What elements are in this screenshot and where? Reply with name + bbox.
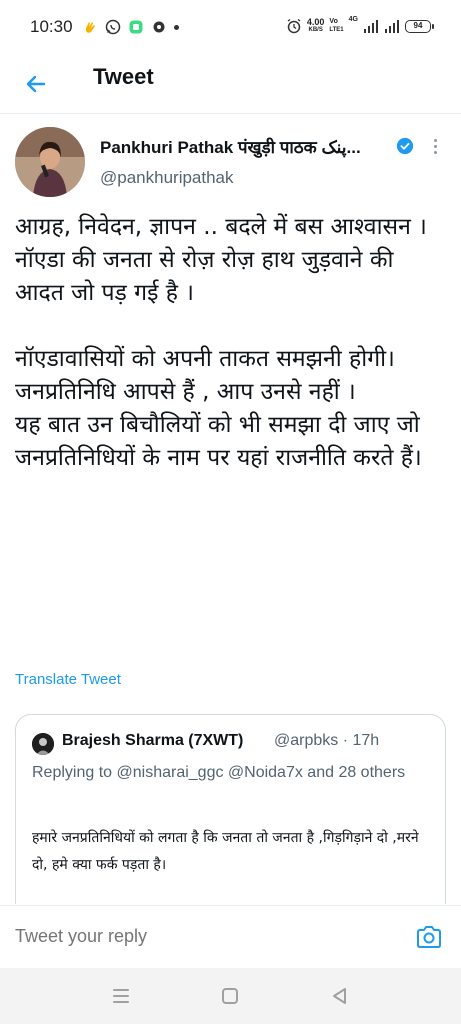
- quoted-avatar-image: [32, 733, 54, 755]
- reply-input[interactable]: [15, 926, 375, 947]
- network-speed-unit: KB/S: [308, 27, 323, 33]
- tweet-text: आग्रह, निवेदन, ज्ञापन .. बदले में बस आश्…: [15, 214, 427, 471]
- back-button[interactable]: [16, 64, 56, 104]
- network-speed-value: 4.00: [306, 17, 325, 27]
- whatsapp-icon: [105, 19, 121, 35]
- quoted-handle-time: @arpbks · 17h: [274, 732, 380, 749]
- system-nav-bar: [0, 968, 461, 1024]
- network-speed: 4.00 KB/S: [307, 18, 325, 34]
- app-bar: Tweet: [0, 52, 461, 114]
- app-notification-icon: [129, 20, 143, 34]
- signal-icon-2: [385, 20, 399, 33]
- more-options-button[interactable]: [425, 135, 445, 157]
- quoted-tweet[interactable]: Brajesh Sharma (7XWT) @arpbks · 17h Repl…: [15, 714, 446, 904]
- recent-apps-icon[interactable]: [109, 984, 133, 1008]
- arrow-left-icon: [26, 75, 46, 93]
- verified-badge-icon: [396, 137, 414, 155]
- translate-tweet-link[interactable]: Translate Tweet: [15, 671, 121, 688]
- avatar[interactable]: [15, 127, 85, 197]
- status-time: 10:30: [30, 17, 73, 36]
- more-notifications-dot: [174, 24, 179, 30]
- quoted-replying-to: Replying to @nisharai_ggc @Noida7x and 2…: [32, 764, 406, 781]
- quoted-text: हमारे जनप्रतिनिधियों को लगता है कि जनता …: [32, 830, 419, 873]
- camera-icon[interactable]: [414, 922, 444, 952]
- gear-notification-icon: [153, 21, 165, 33]
- back-triangle-icon[interactable]: [328, 984, 352, 1008]
- reply-bar: [0, 905, 461, 968]
- battery-indicator: 94: [405, 19, 434, 33]
- alarm-icon: [287, 18, 301, 34]
- network-type: 4G: [348, 16, 358, 23]
- page-title: Tweet: [93, 64, 154, 89]
- volte-top: Vo: [329, 18, 338, 25]
- more-vertical-icon-dot: [433, 144, 437, 148]
- quoted-user-name: Brajesh Sharma (7XWT): [62, 732, 244, 749]
- home-icon[interactable]: [218, 984, 242, 1008]
- volte-bottom: LTE1: [329, 27, 344, 33]
- system-icons: 4.00 KB/S Vo LTE1 4G 94: [286, 16, 434, 36]
- status-bar: 10:30 4.00 KB/S Vo LTE1 4G 94: [0, 0, 461, 52]
- more-vertical-icon: [433, 138, 437, 142]
- more-vertical-icon-dot: [433, 150, 437, 154]
- volte-indicator: Vo LTE1: [329, 18, 343, 34]
- notification-icons: [82, 18, 179, 36]
- user-handle[interactable]: @pankhuripathak: [100, 168, 234, 188]
- quoted-avatar: [32, 733, 54, 755]
- avatar-image: [15, 127, 85, 197]
- wave-hand-icon: [86, 22, 95, 33]
- signal-icon: [364, 20, 378, 33]
- user-name[interactable]: Pankhuri Pathak पंखुड़ी पाठक پنک...: [100, 135, 392, 158]
